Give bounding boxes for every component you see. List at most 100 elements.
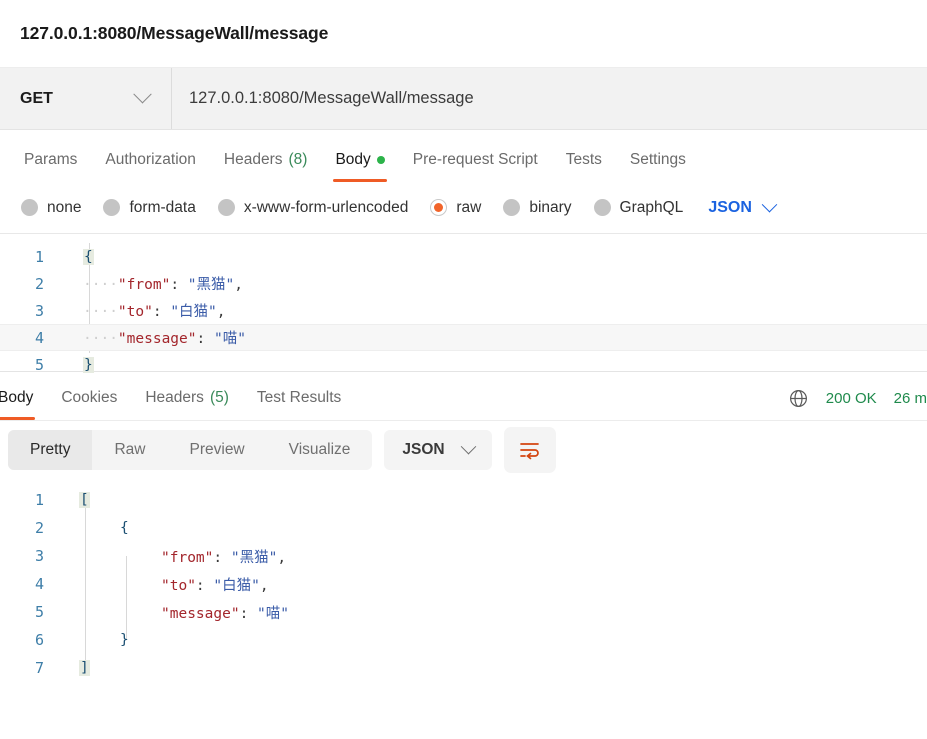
line-number: 6 (34, 631, 44, 649)
code-line: 4 "to": "白猫", (0, 570, 927, 598)
body-type-label: binary (529, 198, 572, 216)
view-mode-visualize[interactable]: Visualize (267, 430, 373, 470)
line-number: 5 (34, 355, 44, 374)
tab-count: (8) (288, 151, 308, 168)
body-type-form-data[interactable]: form-data (92, 199, 206, 217)
code-line: 5} (0, 351, 927, 378)
code-content: ····"to": "白猫", (56, 300, 226, 321)
request-body-editor[interactable]: 1{2 ····"from": "黑猫", 3 ····"to": "白猫", 4 ···… (0, 234, 927, 374)
raw-format-dropdown[interactable]: JSON (708, 196, 778, 217)
response-header: Body Cookies Headers (5) Test Results 200 OK… (0, 372, 927, 420)
body-type-binary[interactable]: binary (492, 199, 582, 217)
indent-dots: ···· (83, 331, 118, 347)
tab-label: Pre-request Script (412, 151, 538, 168)
line-number: 1 (34, 491, 44, 509)
response-tab-headers[interactable]: Headers (5) (131, 389, 243, 420)
tab-label: Body (0, 389, 34, 406)
response-body-editor[interactable]: 1[2{3 "from": "黑猫", 4 "to": "白猫", 5 "message"… (0, 478, 927, 682)
line-number: 2 (34, 274, 44, 293)
body-type-graphql[interactable]: GraphQL (583, 199, 695, 217)
radio-button-icon[interactable] (593, 199, 611, 216)
code-token: "喵" (213, 331, 246, 347)
radio-button-icon[interactable] (430, 199, 448, 216)
radio-button-icon[interactable] (217, 199, 235, 216)
url-input[interactable]: 127.0.0.1:8080/MessageWall/message (172, 68, 927, 129)
code-line: 1[ (0, 486, 927, 514)
request-tab-pre-request-script[interactable]: Pre-request Script (399, 151, 552, 182)
code-line: 2 ····"from": "黑猫", (0, 270, 927, 297)
window-title-bar: 127.0.0.1:8080/MessageWall/message (0, 0, 927, 68)
code-content: ····"from": "黑猫", (56, 273, 243, 294)
code-content: { (56, 520, 129, 536)
response-tab-test-results[interactable]: Test Results (243, 389, 355, 420)
request-tab-body[interactable]: Body (321, 151, 398, 182)
code-content: ····"message": "喵" (56, 327, 246, 348)
http-method-label: GET (20, 89, 53, 107)
code-token: { (83, 248, 94, 265)
body-type-raw[interactable]: raw (419, 199, 492, 217)
code-content: "from": "黑猫", (56, 546, 286, 567)
request-tabs: Params Authorization Headers (8) Body Pre-req… (0, 130, 927, 182)
response-view-mode-group: Pretty Raw Preview Visualize (8, 429, 373, 470)
response-meta: 200 OK 26 m (788, 388, 927, 420)
code-content: [ (56, 492, 90, 508)
request-tab-authorization[interactable]: Authorization (91, 151, 209, 182)
code-token: : (239, 605, 249, 622)
response-toolbar: Pretty Raw Preview Visualize JSON (0, 420, 927, 478)
code-content: } (56, 356, 94, 373)
request-tab-headers[interactable]: Headers (8) (210, 151, 322, 182)
code-token: "from" (161, 549, 214, 566)
code-line: 1{ (0, 243, 927, 270)
code-content: "to": "白猫", (56, 574, 269, 595)
indent-dots: ···· (83, 304, 118, 320)
code-line: 5 "message": "喵" (0, 598, 927, 626)
tab-count: (5) (209, 389, 229, 406)
code-token: "白猫" (213, 577, 260, 594)
chevron-down-icon (761, 196, 778, 213)
body-type-x-www-form-urlencoded[interactable]: x-www-form-urlencoded (207, 199, 420, 217)
radio-button-icon[interactable] (21, 199, 38, 216)
view-mode-pretty[interactable]: Pretty (8, 429, 93, 470)
tab-label: Test Results (256, 389, 342, 406)
word-wrap-icon (519, 442, 539, 459)
code-token: "黑猫" (230, 549, 278, 566)
code-line: 4 ····"message": "喵" (0, 324, 927, 351)
code-token: , (259, 577, 269, 594)
status-badge: 200 OK (825, 390, 877, 407)
body-type-label: none (47, 198, 82, 216)
code-line: 2{ (0, 514, 927, 542)
request-tab-settings[interactable]: Settings (616, 151, 700, 182)
code-token: "白猫" (170, 304, 217, 320)
request-tab-params[interactable]: Params (10, 151, 91, 182)
code-content: { (56, 248, 94, 265)
radio-button-icon[interactable] (103, 199, 121, 216)
body-type-label: GraphQL (619, 198, 684, 216)
response-tab-cookies[interactable]: Cookies (47, 389, 131, 420)
tab-label: Params (24, 151, 78, 168)
code-content: ] (56, 660, 90, 676)
view-mode-raw[interactable]: Raw (92, 430, 167, 470)
body-type-none[interactable]: none (10, 199, 92, 217)
http-method-dropdown[interactable]: GET (0, 68, 172, 129)
response-tab-body[interactable]: Body (0, 389, 47, 420)
code-content: } (56, 632, 129, 648)
body-type-options: none form-data x-www-form-urlencoded raw bin… (0, 182, 927, 234)
chevron-down-icon (460, 438, 476, 455)
response-format-dropdown[interactable]: JSON (384, 429, 492, 470)
response-format-label: JSON (402, 440, 445, 458)
code-token: { (120, 520, 129, 536)
radio-button-icon[interactable] (503, 199, 521, 216)
response-tabs: Body Cookies Headers (5) Test Results (0, 389, 355, 420)
code-token: ] (79, 660, 90, 676)
wrap-lines-button[interactable] (503, 426, 556, 473)
indent-dots: ···· (83, 277, 118, 293)
request-tab-tests[interactable]: Tests (552, 151, 616, 182)
code-token: : (196, 331, 206, 347)
view-mode-preview[interactable]: Preview (168, 430, 267, 470)
line-number: 2 (34, 519, 44, 537)
code-token: [ (79, 492, 90, 508)
code-token: "to" (117, 304, 153, 320)
response-time: 26 m (893, 390, 927, 407)
